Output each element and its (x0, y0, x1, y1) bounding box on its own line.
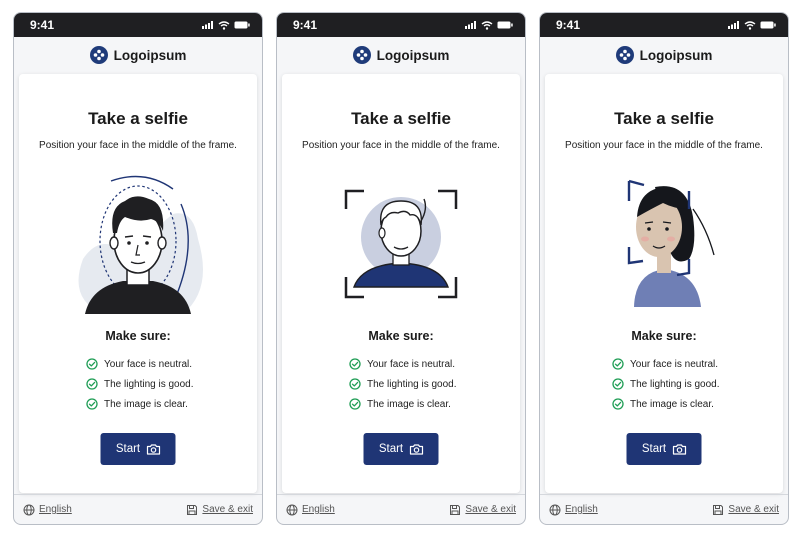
language-link[interactable]: English (286, 504, 335, 516)
camera-icon (409, 443, 423, 455)
battery-icon (497, 21, 513, 29)
check-circle-icon (86, 358, 98, 370)
app-header: Logoipsum (540, 37, 788, 73)
brand-name: Logoipsum (376, 47, 450, 63)
save-icon (186, 504, 198, 516)
status-bar: 9:41 (14, 13, 262, 37)
save-exit-link[interactable]: Save & exit (712, 504, 779, 516)
phone-screen-1: 9:41 Logoipsum Take a selfie Position yo… (13, 12, 263, 525)
camera-icon (672, 443, 686, 455)
save-exit-link[interactable]: Save & exit (186, 504, 253, 516)
start-button-label: Start (115, 443, 141, 455)
list-item: The image is clear. (349, 394, 457, 414)
status-bar: 9:41 (277, 13, 525, 37)
signal-icon (202, 21, 213, 29)
wifi-icon (218, 20, 230, 30)
check-circle-icon (349, 398, 361, 410)
brand-name: Logoipsum (113, 47, 187, 63)
save-icon (449, 504, 461, 516)
check-circle-icon (86, 398, 98, 410)
man-face-illustration (78, 175, 203, 314)
phone-screen-3: 9:41 Logoipsum Take a selfie Position yo… (539, 12, 789, 525)
page-title: Take a selfie (614, 109, 714, 128)
footer: English Save & exit (14, 494, 262, 524)
save-icon (712, 504, 724, 516)
selfie-card: Take a selfie Position your face in the … (19, 74, 257, 493)
check-circle-icon (612, 358, 624, 370)
start-button[interactable]: Start (363, 433, 439, 465)
status-time: 9:41 (30, 18, 55, 32)
list-item: Your face is neutral. (349, 354, 457, 374)
checklist: Your face is neutral. The lighting is go… (349, 354, 457, 414)
list-item: The lighting is good. (612, 374, 720, 394)
woman-face-illustration (627, 179, 715, 307)
check-circle-icon (349, 378, 361, 390)
logo-icon (353, 46, 371, 64)
start-button-label: Start (641, 443, 667, 455)
avatar-frame-illustration (344, 189, 458, 299)
battery-icon (760, 21, 776, 29)
signal-icon (728, 21, 739, 29)
status-bar: 9:41 (540, 13, 788, 37)
make-sure-heading: Make sure: (631, 329, 697, 343)
logo-icon (90, 46, 108, 64)
footer: English Save & exit (277, 494, 525, 524)
language-link[interactable]: English (23, 504, 72, 516)
make-sure-heading: Make sure: (105, 329, 171, 343)
save-exit-link[interactable]: Save & exit (449, 504, 516, 516)
start-button[interactable]: Start (626, 433, 702, 465)
check-circle-icon (86, 378, 98, 390)
list-item: The lighting is good. (86, 374, 194, 394)
logo-icon (616, 46, 634, 64)
list-item: The image is clear. (612, 394, 720, 414)
footer: English Save & exit (540, 494, 788, 524)
wifi-icon (481, 20, 493, 30)
page-subtitle: Position your face in the middle of the … (39, 140, 237, 151)
phone-screen-2: 9:41 Logoipsum Take a selfie Position yo… (276, 12, 526, 525)
list-item: Your face is neutral. (86, 354, 194, 374)
status-time: 9:41 (556, 18, 581, 32)
check-circle-icon (612, 398, 624, 410)
checklist: Your face is neutral. The lighting is go… (612, 354, 720, 414)
check-circle-icon (349, 358, 361, 370)
list-item: Your face is neutral. (612, 354, 720, 374)
signal-icon (465, 21, 476, 29)
app-header: Logoipsum (14, 37, 262, 73)
selfie-card: Take a selfie Position your face in the … (282, 74, 520, 493)
list-item: The lighting is good. (349, 374, 457, 394)
page-title: Take a selfie (88, 109, 188, 128)
wifi-icon (744, 20, 756, 30)
language-link[interactable]: English (549, 504, 598, 516)
globe-icon (549, 504, 561, 516)
globe-icon (23, 504, 35, 516)
battery-icon (234, 21, 250, 29)
start-button[interactable]: Start (100, 433, 176, 465)
checklist: Your face is neutral. The lighting is go… (86, 354, 194, 414)
check-circle-icon (612, 378, 624, 390)
brand-name: Logoipsum (639, 47, 713, 63)
globe-icon (286, 504, 298, 516)
status-time: 9:41 (293, 18, 318, 32)
camera-icon (146, 443, 160, 455)
page-title: Take a selfie (351, 109, 451, 128)
make-sure-heading: Make sure: (368, 329, 434, 343)
app-header: Logoipsum (277, 37, 525, 73)
list-item: The image is clear. (86, 394, 194, 414)
start-button-label: Start (378, 443, 404, 455)
selfie-card: Take a selfie Position your face in the … (545, 74, 783, 493)
page-subtitle: Position your face in the middle of the … (565, 140, 763, 151)
page-subtitle: Position your face in the middle of the … (302, 140, 500, 151)
